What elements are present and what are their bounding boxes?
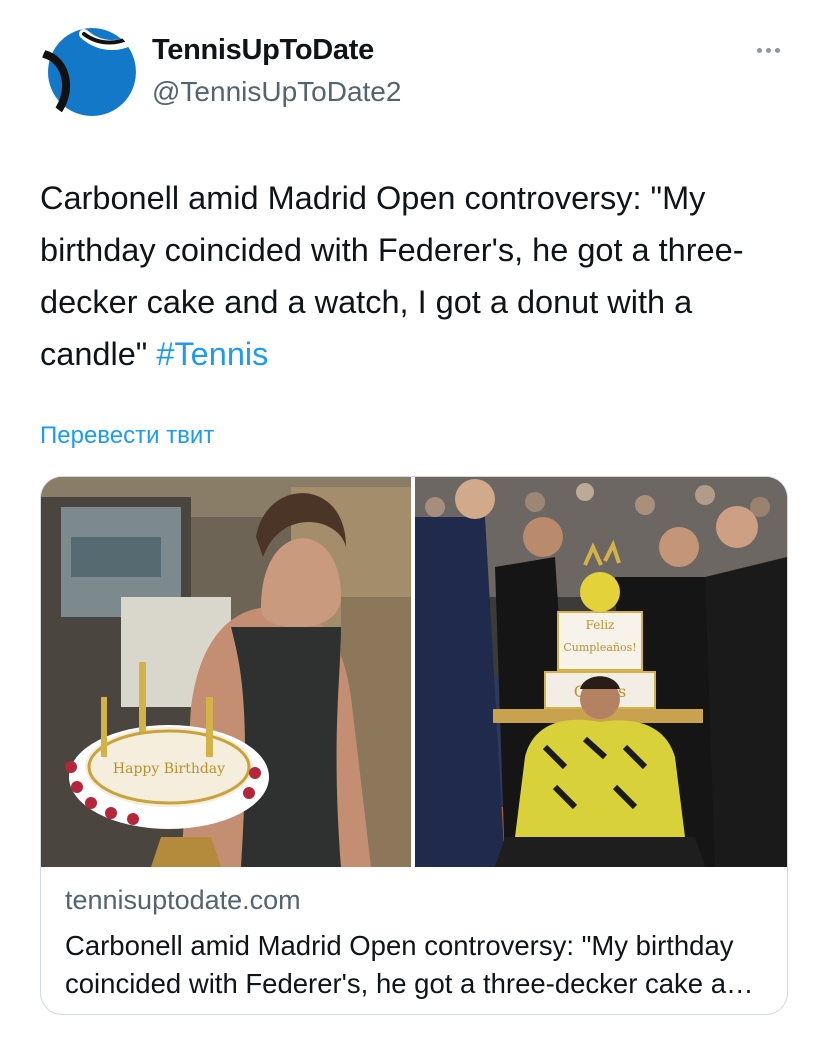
- avatar[interactable]: [40, 24, 136, 120]
- more-dot: [765, 47, 771, 53]
- card-media[interactable]: Happy Birthday Feliz Cumpleaños!: [41, 477, 787, 867]
- author-handle[interactable]: @TennisUpToDate2: [152, 76, 401, 108]
- translate-tweet-link[interactable]: Перевести твит: [40, 422, 214, 450]
- more-options-button[interactable]: [748, 38, 788, 62]
- tennis-ball-logo-icon: [40, 24, 136, 120]
- photo-right-image: Carlos Feliz Cumpleaños!: [415, 477, 787, 867]
- tweet-body: Carbonell amid Madrid Open controversy: …: [40, 180, 744, 372]
- cake-text-top: Feliz: [586, 618, 615, 632]
- photo-left-image: Happy Birthday: [41, 477, 411, 867]
- author-display-name[interactable]: TennisUpToDate: [152, 34, 374, 67]
- link-preview-card[interactable]: Happy Birthday Feliz Cumpleaños! tennisu…: [40, 476, 788, 1015]
- birthday-cake-photo-left[interactable]: Happy Birthday: [41, 477, 411, 867]
- more-dot: [774, 47, 780, 53]
- card-title: Carbonell amid Madrid Open controversy: …: [65, 930, 757, 999]
- birthday-cake-photo-right[interactable]: Carlos Feliz Cumpleaños!: [415, 477, 787, 867]
- tweet-text: Carbonell amid Madrid Open controversy: …: [40, 172, 800, 380]
- hashtag-link[interactable]: #Tennis: [156, 336, 268, 372]
- cake-text-left: Happy Birthday: [113, 761, 225, 777]
- card-domain: tennisuptodate.com: [65, 885, 301, 915]
- cake-text-mid: Cumpleaños!: [563, 641, 636, 654]
- more-horizontal-icon: [756, 47, 762, 53]
